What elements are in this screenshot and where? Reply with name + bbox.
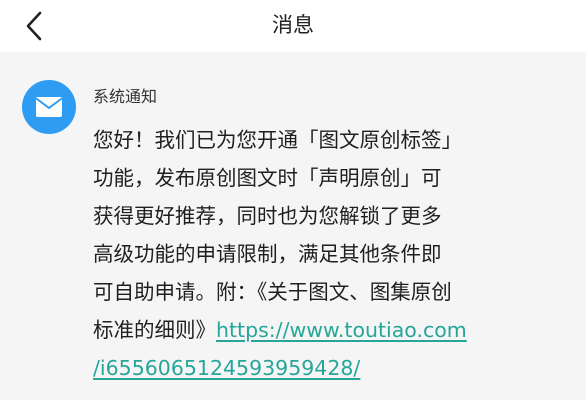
message-line: 您好！我们已为您开通「图文原创标签」 xyxy=(93,128,462,152)
message-line: 标准的细则》 xyxy=(93,318,216,342)
message-link[interactable]: https://www.toutiao.com xyxy=(216,318,467,342)
sender-name: 系统通知 xyxy=(93,87,158,106)
message-line: 高级功能的申请限制，满足其他条件即 xyxy=(93,242,442,266)
message-link-line: /i6556065124593959428/ xyxy=(93,349,553,387)
envelope-icon xyxy=(36,97,62,117)
message-body: 您好！我们已为您开通「图文原创标签」 功能，发布原创图文时「声明原创」可 获得更… xyxy=(93,121,553,387)
page-title: 消息 xyxy=(272,13,314,37)
message-line: 可自助申请。附：《关于图文、图集原创 xyxy=(93,280,452,304)
back-button[interactable] xyxy=(18,7,54,45)
nav-bar: 消息 xyxy=(0,0,586,52)
message-line: 获得更好推荐，同时也为您解锁了更多 xyxy=(93,204,442,228)
message-link-line: 标准的细则》https://www.toutiao.com xyxy=(93,311,553,349)
chevron-left-icon xyxy=(26,11,42,41)
message-link-continued[interactable]: /i6556065124593959428/ xyxy=(93,356,360,380)
message-line: 功能，发布原创图文时「声明原创」可 xyxy=(93,166,442,190)
sender-avatar xyxy=(22,80,76,134)
